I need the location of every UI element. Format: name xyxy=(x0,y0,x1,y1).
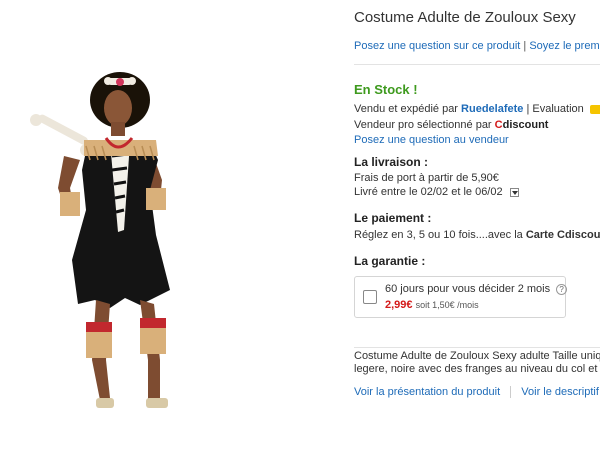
sold-by-line: Vendu et expédié par Ruedelafete | Evalu… xyxy=(354,103,600,115)
payment-heading: Le paiement : xyxy=(354,211,432,225)
rating-badge[interactable] xyxy=(589,104,600,114)
payment-text: Réglez en 3, 5 ou 10 fois....avec la xyxy=(354,229,523,241)
delivery-heading: La livraison : xyxy=(354,155,429,169)
stock-status: En Stock ! xyxy=(354,82,418,97)
pro-seller-line: Vendeur pro sélectionné par Cdiscount xyxy=(354,119,548,131)
see-description-link[interactable]: Voir le descriptif tec xyxy=(521,386,600,398)
seller-name-link[interactable]: Ruedelafete xyxy=(461,103,523,115)
see-presentation-link[interactable]: Voir la présentation du produit xyxy=(354,386,500,398)
payment-line: Réglez en 3, 5 ou 10 fois....avec la Car… xyxy=(354,229,600,241)
evaluation-label: Evaluation xyxy=(532,103,584,115)
delivery-dates: Livré entre le 02/02 et le 06/02 xyxy=(354,186,503,198)
product-title: Costume Adulte de Zouloux Sexy xyxy=(354,9,576,26)
separator xyxy=(510,386,512,399)
product-info-panel: Costume Adulte de Zouloux Sexy Posez une… xyxy=(354,0,600,449)
shipping-cost: Frais de port à partir de 5,90€ xyxy=(354,172,499,184)
ask-question-link[interactable]: Posez une question sur ce produit xyxy=(354,40,520,52)
carte-cdiscount-link[interactable]: Carte Cdiscount xyxy=(526,229,600,241)
guarantee-option-box[interactable]: 60 jours pour vous décider 2 mois ? 2,99… xyxy=(354,276,568,318)
chevron-down-icon[interactable] xyxy=(509,187,519,197)
sold-by-label: Vendu et expédié par xyxy=(354,103,458,115)
guarantee-monthly: soit 1,50€ /mois xyxy=(415,300,479,310)
description-links: Voir la présentation du produit Voir le … xyxy=(354,386,600,399)
question-links: Posez une question sur ce produit | Soye… xyxy=(354,40,600,52)
divider xyxy=(354,347,600,348)
guarantee-checkbox[interactable] xyxy=(363,290,377,304)
description-line-1: Costume Adulte de Zouloux Sexy adulte Ta… xyxy=(354,350,600,362)
ask-seller-link[interactable]: Posez une question au vendeur xyxy=(354,134,509,146)
cdiscount-logo: Cdiscount xyxy=(494,119,549,131)
guarantee-price: 2,99€ xyxy=(385,299,413,311)
guarantee-option-label: 60 jours pour vous décider 2 mois xyxy=(385,283,551,295)
pro-seller-label: Vendeur pro sélectionné par xyxy=(354,119,492,131)
product-image xyxy=(30,72,170,408)
help-icon[interactable]: ? xyxy=(556,283,568,295)
be-first-review-link[interactable]: Soyez le premier xyxy=(529,40,600,52)
divider xyxy=(354,64,600,65)
guarantee-heading: La garantie : xyxy=(354,254,426,268)
delivery-dates-line[interactable]: Livré entre le 02/02 et le 06/02 xyxy=(354,186,519,198)
description-line-2: legere, noire avec des franges au niveau… xyxy=(354,363,600,375)
